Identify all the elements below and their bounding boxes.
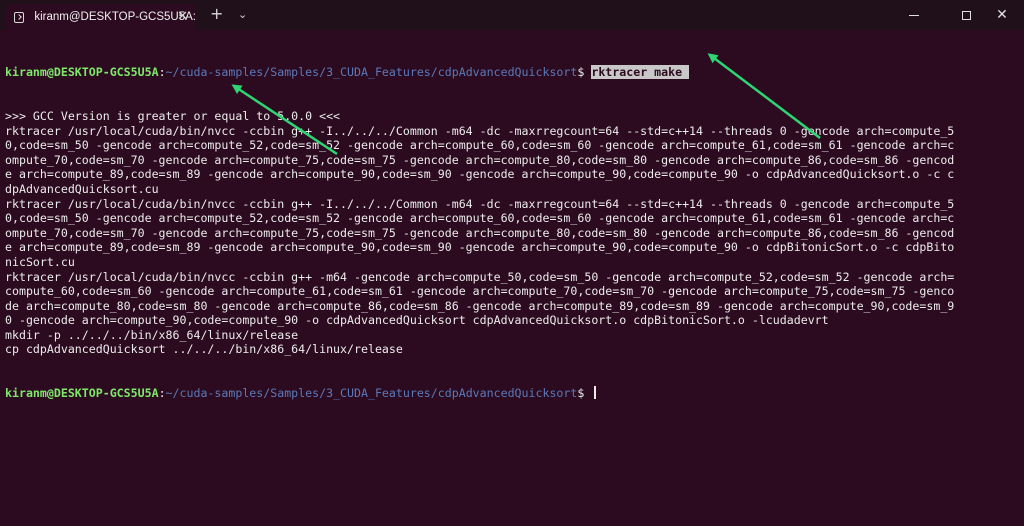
minimize-icon bbox=[909, 14, 919, 16]
output-line: nicSort.cu bbox=[5, 254, 75, 269]
output-line: >>> GCC Version is greater or equal to 5… bbox=[5, 108, 341, 123]
prompt-line: kiranm@DESKTOP-GCS5U5A:~/cuda-samples/Sa… bbox=[5, 386, 1016, 401]
text-cursor bbox=[594, 386, 596, 400]
close-tab-icon[interactable]: ✕ bbox=[177, 8, 188, 26]
prompt-path: ~/cuda-samples/Samples/3_CUDA_Features/c… bbox=[165, 386, 578, 401]
new-tab-icon[interactable]: + bbox=[210, 5, 223, 23]
prompt-symbol: $ bbox=[577, 386, 592, 401]
terminal-tab[interactable]: kiranm@DESKTOP-GCS5U5A: ✕ bbox=[6, 4, 196, 30]
output-line: de arch=compute_80,code=sm_80 -gencode a… bbox=[5, 298, 955, 313]
output-line: rktracer /usr/local/cuda/bin/nvcc -ccbin… bbox=[5, 196, 955, 211]
output-line: dpAdvancedQuicksort.cu bbox=[5, 181, 159, 196]
output-line: e arch=compute_89,code=sm_89 -gencode ar… bbox=[5, 240, 955, 255]
output-line: ompute_70,code=sm_70 -gencode arch=compu… bbox=[5, 225, 955, 240]
output-line: rktracer /usr/local/cuda/bin/nvcc -ccbin… bbox=[5, 269, 955, 284]
prompt-path: ~/cuda-samples/Samples/3_CUDA_Features/c… bbox=[165, 65, 578, 80]
prompt-separator: : bbox=[158, 386, 166, 401]
output-block: >>> GCC Version is greater or equal to 5… bbox=[5, 109, 1016, 357]
output-line: compute_60,code=sm_60 -gencode arch=comp… bbox=[5, 284, 955, 299]
prompt-line: kiranm@DESKTOP-GCS5U5A:~/cuda-samples/Sa… bbox=[5, 65, 1016, 80]
minimize-button[interactable] bbox=[892, 0, 936, 30]
prompt-symbol: $ bbox=[577, 65, 592, 80]
output-line: 0,code=sm_50 -gencode arch=compute_52,co… bbox=[5, 138, 955, 153]
chevron-down-icon[interactable]: ⌄ bbox=[238, 6, 247, 24]
close-window-button[interactable]: ✕ bbox=[980, 0, 1024, 30]
prompt-user: kiranm@DESKTOP-GCS5U5A bbox=[5, 65, 159, 80]
maximize-icon bbox=[961, 10, 971, 20]
prompt-user: kiranm@DESKTOP-GCS5U5A bbox=[5, 386, 159, 401]
title-bar: kiranm@DESKTOP-GCS5U5A: ✕ + ⌄ ✕ bbox=[0, 0, 1024, 30]
terminal-window: kiranm@DESKTOP-GCS5U5A: ✕ + ⌄ ✕ kiranm@D… bbox=[0, 0, 1024, 526]
terminal-icon bbox=[14, 11, 25, 23]
output-line: 0,code=sm_50 -gencode arch=compute_52,co… bbox=[5, 211, 955, 226]
output-line: rktracer /usr/local/cuda/bin/nvcc -ccbin… bbox=[5, 123, 955, 138]
prompt-separator: : bbox=[158, 65, 166, 80]
terminal-output[interactable]: kiranm@DESKTOP-GCS5U5A:~/cuda-samples/Sa… bbox=[0, 36, 1016, 516]
output-line: ompute_70,code=sm_70 -gencode arch=compu… bbox=[5, 152, 955, 167]
command-text: rktracer make bbox=[591, 65, 690, 80]
output-line: cp cdpAdvancedQuicksort ../../../bin/x86… bbox=[5, 342, 403, 357]
tab-title: kiranm@DESKTOP-GCS5U5A: bbox=[34, 11, 196, 23]
output-line: 0 -gencode arch=compute_90,code=compute_… bbox=[5, 313, 829, 328]
output-line: e arch=compute_89,code=sm_89 -gencode ar… bbox=[5, 167, 955, 182]
output-line: mkdir -p ../../../bin/x86_64/linux/relea… bbox=[5, 327, 299, 342]
close-icon: ✕ bbox=[996, 7, 1008, 23]
